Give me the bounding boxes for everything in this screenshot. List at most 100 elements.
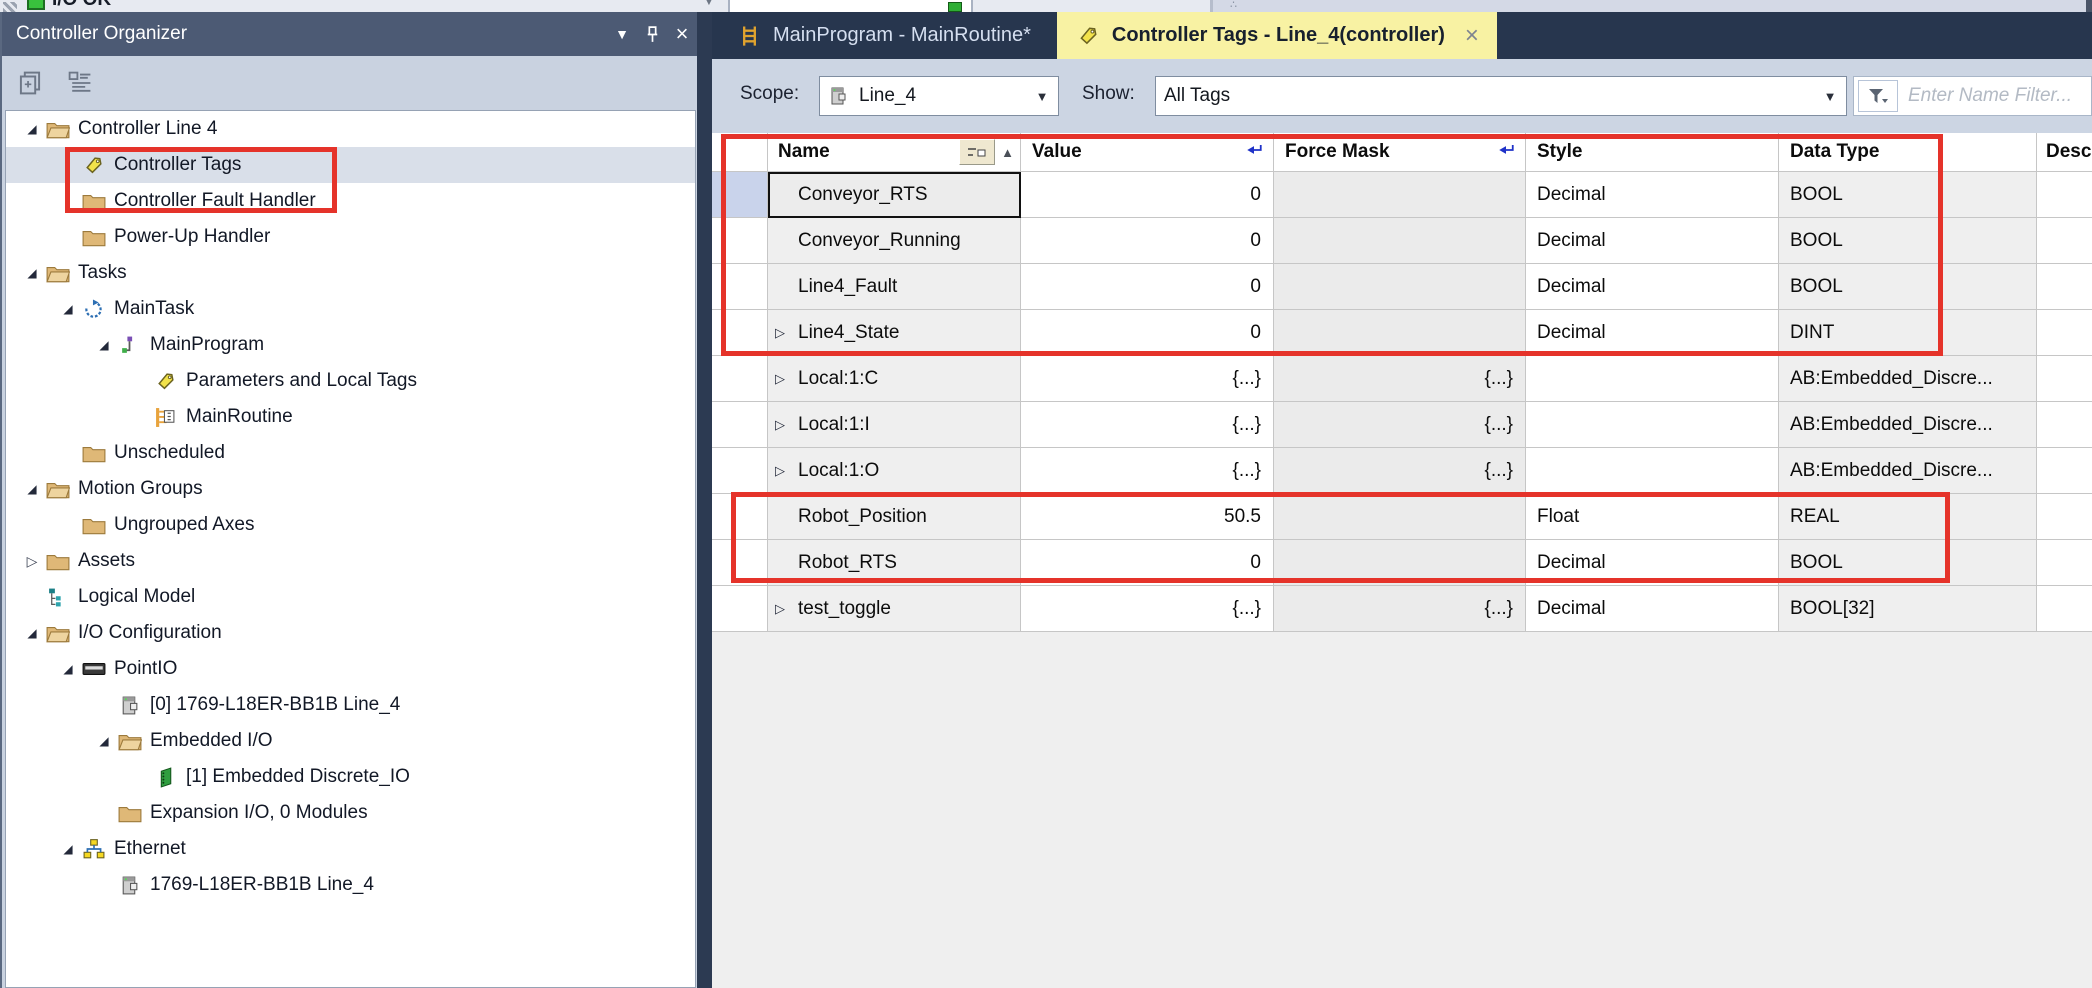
tag-data-type-cell[interactable]: DINT [1779,310,2037,356]
tag-description-cell[interactable] [2037,586,2092,632]
value-pin-icon[interactable] [1245,141,1263,163]
tag-force-mask-cell[interactable] [1274,494,1526,540]
panel-divider[interactable] [697,12,712,988]
expander-expanded-icon[interactable]: ◢ [92,734,116,748]
name-filter-input[interactable] [1898,84,2091,108]
row-selector[interactable] [712,264,768,310]
tag-style-cell[interactable] [1526,402,1779,448]
expander-collapsed-icon[interactable]: ▷ [20,553,44,570]
tag-force-mask-cell[interactable]: {...} [1274,586,1526,632]
row-selector[interactable] [712,218,768,264]
panel-close-icon[interactable]: × [667,20,697,48]
tree-item-pointio[interactable]: ◢PointIO [6,651,695,687]
tree-item-ethernet[interactable]: ◢Ethernet [6,831,695,867]
tree-item-parameters-and-local-tags[interactable]: Parameters and Local Tags [6,363,695,399]
tree-item-logical-model[interactable]: Logical Model [6,579,695,615]
tree-item-tasks[interactable]: ◢Tasks [6,255,695,291]
tree-item-expansion-i-o-0-modules[interactable]: Expansion I/O, 0 Modules [6,795,695,831]
chevron-down-icon[interactable]: ▼ [703,0,715,8]
row-expander-icon[interactable]: ▷ [775,371,785,387]
tree-item-power-up-handler[interactable]: Power-Up Handler [6,219,695,255]
row-selector[interactable] [712,448,768,494]
tag-name-cell[interactable]: ▷Local:1:O [768,448,1021,494]
force-mask-pin-icon[interactable] [1497,141,1515,163]
tag-data-type-cell[interactable]: BOOL [1779,264,2037,310]
expander-expanded-icon[interactable]: ◢ [20,626,44,640]
expander-expanded-icon[interactable]: ◢ [56,842,80,856]
tag-style-cell[interactable]: Decimal [1526,540,1779,586]
column-options-icon[interactable] [959,139,995,165]
pin-icon[interactable] [637,20,667,48]
row-expander-icon[interactable]: ▷ [775,601,785,617]
row-selector[interactable] [712,494,768,540]
row-selector[interactable] [712,540,768,586]
tag-value-cell[interactable]: {...} [1021,448,1274,494]
tag-name-cell[interactable]: Conveyor_RTS [768,172,1021,218]
column-header-data-type[interactable]: Data Type [1779,133,2037,172]
tag-style-cell[interactable]: Decimal [1526,264,1779,310]
tag-data-type-cell[interactable]: BOOL[32] [1779,586,2037,632]
tag-name-cell[interactable]: Line4_Fault [768,264,1021,310]
sort-ascending-icon[interactable]: ▲ [1001,145,1014,160]
tag-description-cell[interactable] [2037,540,2092,586]
expander-expanded-icon[interactable]: ◢ [20,266,44,280]
column-header-force-mask[interactable]: Force Mask [1274,133,1526,172]
tag-data-type-cell[interactable]: BOOL [1779,218,2037,264]
tag-name-cell[interactable]: ▷Local:1:I [768,402,1021,448]
tag-force-mask-cell[interactable] [1274,264,1526,310]
row-selector[interactable] [712,172,768,218]
tree-item-i-o-configuration[interactable]: ◢I/O Configuration [6,615,695,651]
tag-data-type-cell[interactable]: AB:Embedded_Discre... [1779,402,2037,448]
row-selector[interactable] [712,310,768,356]
tree-item-mainprogram[interactable]: ◢MainProgram [6,327,695,363]
tag-data-type-cell[interactable]: REAL [1779,494,2037,540]
tag-data-type-cell[interactable]: BOOL [1779,540,2037,586]
tree-item-assets[interactable]: ▷Assets [6,543,695,579]
tree-item-embedded-i-o[interactable]: ◢Embedded I/O [6,723,695,759]
show-combobox[interactable]: All Tags ▼ [1155,76,1847,116]
tag-style-cell[interactable]: Decimal [1526,586,1779,632]
tree-item-controller-fault-handler[interactable]: Controller Fault Handler [6,183,695,219]
column-header-name[interactable]: Name ▲ [768,133,1021,172]
row-expander-icon[interactable]: ▷ [775,463,785,479]
tag-value-cell[interactable]: {...} [1021,402,1274,448]
tag-description-cell[interactable] [2037,356,2092,402]
tag-value-cell[interactable]: 0 [1021,264,1274,310]
tag-value-cell[interactable]: {...} [1021,356,1274,402]
tag-value-cell[interactable]: 0 [1021,172,1274,218]
tag-description-cell[interactable] [2037,172,2092,218]
tag-description-cell[interactable] [2037,448,2092,494]
tag-description-cell[interactable] [2037,402,2092,448]
chevron-down-icon[interactable]: ▼ [1814,77,1846,115]
tag-style-cell[interactable]: Decimal [1526,218,1779,264]
row-selector[interactable] [712,402,768,448]
tag-force-mask-cell[interactable] [1274,172,1526,218]
tag-name-cell[interactable]: Robot_Position [768,494,1021,540]
details-list-icon[interactable] [60,64,100,102]
tag-style-cell[interactable]: Float [1526,494,1779,540]
column-header-value[interactable]: Value [1021,133,1274,172]
row-expander-icon[interactable]: ▷ [775,325,785,341]
tag-style-cell[interactable] [1526,356,1779,402]
expander-expanded-icon[interactable]: ◢ [20,122,44,136]
tag-data-type-cell[interactable]: BOOL [1779,172,2037,218]
tab-mainroutine[interactable]: MainProgram - MainRoutine* [718,12,1049,59]
tag-force-mask-cell[interactable]: {...} [1274,402,1526,448]
tag-style-cell[interactable]: Decimal [1526,172,1779,218]
tree-item-motion-groups[interactable]: ◢Motion Groups [6,471,695,507]
tag-name-cell[interactable]: Robot_RTS [768,540,1021,586]
tag-name-cell[interactable]: ▷Local:1:C [768,356,1021,402]
tag-force-mask-cell[interactable] [1274,540,1526,586]
expander-expanded-icon[interactable]: ◢ [56,302,80,316]
tag-value-cell[interactable]: 0 [1021,540,1274,586]
tag-description-cell[interactable] [2037,264,2092,310]
tree-item-controller-tags[interactable]: Controller Tags [6,147,695,183]
expander-expanded-icon[interactable]: ◢ [92,338,116,352]
tag-value-cell[interactable]: 0 [1021,218,1274,264]
expander-expanded-icon[interactable]: ◢ [56,662,80,676]
tag-value-cell[interactable]: {...} [1021,586,1274,632]
chevron-down-icon[interactable]: ▼ [1026,77,1058,115]
tag-value-cell[interactable]: 50.5 [1021,494,1274,540]
tag-description-cell[interactable] [2037,310,2092,356]
row-selector[interactable] [712,586,768,632]
